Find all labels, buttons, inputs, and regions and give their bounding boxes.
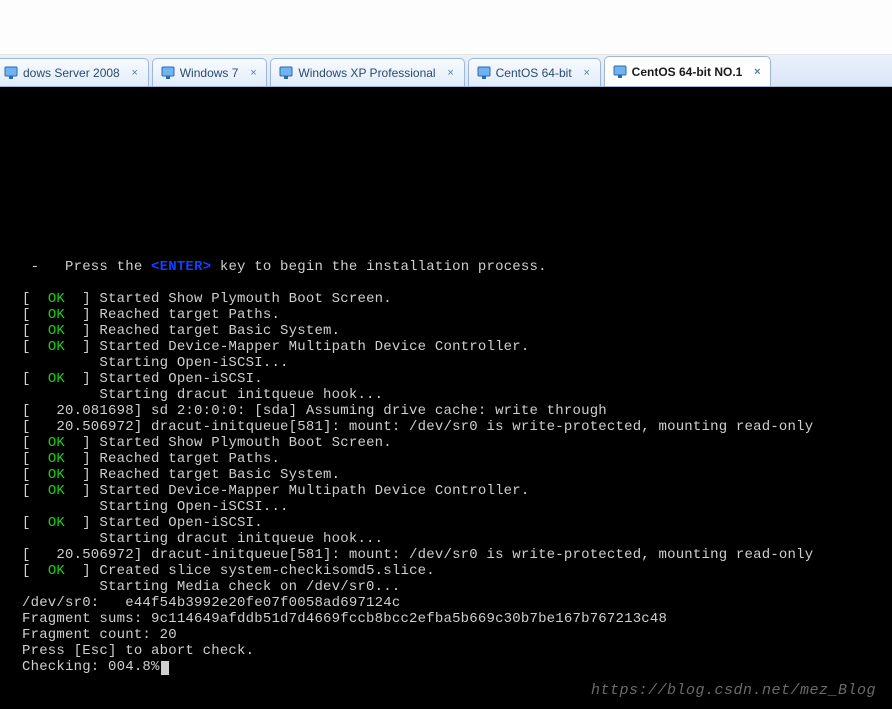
install-prompt: - Press the <ENTER> key to begin the ins…	[22, 259, 892, 275]
vm-tab[interactable]: Windows 7 ×	[152, 58, 268, 86]
tab-label: CentOS 64-bit	[496, 66, 572, 80]
terminal-line: Starting dracut initqueue hook...	[22, 387, 892, 403]
vm-tab[interactable]: CentOS 64-bit NO.1 ×	[604, 56, 772, 86]
tab-strip: dows Server 2008×Windows 7×Windows XP Pr…	[0, 55, 892, 87]
terminal-line: [ OK ] Started Device-Mapper Multipath D…	[22, 483, 892, 499]
tab-label: Windows 7	[180, 66, 239, 80]
terminal-line: [ OK ] Started Device-Mapper Multipath D…	[22, 339, 892, 355]
terminal-line: [ OK ] Started Open-iSCSI.	[22, 371, 892, 387]
terminal-output: - Press the <ENTER> key to begin the ins…	[0, 87, 892, 709]
close-icon[interactable]: ×	[580, 66, 594, 80]
vm-tab[interactable]: CentOS 64-bit ×	[468, 58, 601, 86]
monitor-icon	[279, 66, 293, 80]
vm-tab[interactable]: Windows XP Professional ×	[270, 58, 464, 86]
terminal-line: [ OK ] Reached target Basic System.	[22, 323, 892, 339]
terminal-line: [ OK ] Started Show Plymouth Boot Screen…	[22, 291, 892, 307]
terminal-line: Fragment count: 20	[22, 627, 892, 643]
terminal-line: [ OK ] Reached target Basic System.	[22, 467, 892, 483]
terminal-line: [ OK ] Started Open-iSCSI.	[22, 515, 892, 531]
vm-tab[interactable]: dows Server 2008 ×	[0, 58, 149, 86]
terminal-line: Starting Open-iSCSI...	[22, 355, 892, 371]
terminal-line: Starting Open-iSCSI...	[22, 499, 892, 515]
terminal-line: Checking: 004.8%	[22, 659, 892, 675]
terminal-line	[22, 275, 892, 291]
terminal-line: Starting Media check on /dev/sr0...	[22, 579, 892, 595]
window-top-area	[0, 0, 892, 55]
close-icon[interactable]: ×	[128, 66, 142, 80]
tab-label: dows Server 2008	[23, 66, 120, 80]
close-icon[interactable]: ×	[246, 66, 260, 80]
monitor-icon	[613, 65, 627, 79]
monitor-icon	[4, 66, 18, 80]
terminal-line: Starting dracut initqueue hook...	[22, 531, 892, 547]
terminal-line: Fragment sums: 9c114649afddb51d7d4669fcc…	[22, 611, 892, 627]
monitor-icon	[161, 66, 175, 80]
tab-label: CentOS 64-bit NO.1	[632, 65, 743, 79]
text-cursor	[161, 661, 169, 675]
terminal-line: [ OK ] Reached target Paths.	[22, 451, 892, 467]
tab-label: Windows XP Professional	[298, 66, 435, 80]
terminal-line: [ 20.081698] sd 2:0:0:0: [sda] Assuming …	[22, 403, 892, 419]
terminal-line: [ 20.506972] dracut-initqueue[581]: moun…	[22, 547, 892, 563]
terminal-line: [ OK ] Created slice system-checkisomd5.…	[22, 563, 892, 579]
terminal-line: Press [Esc] to abort check.	[22, 643, 892, 659]
terminal-line: [ OK ] Reached target Paths.	[22, 307, 892, 323]
terminal-line: /dev/sr0: e44f54b3992e20fe07f0058ad69712…	[22, 595, 892, 611]
monitor-icon	[477, 66, 491, 80]
close-icon[interactable]: ×	[750, 65, 764, 79]
watermark-text: https://blog.csdn.net/mez_Blog	[591, 683, 876, 699]
close-icon[interactable]: ×	[444, 66, 458, 80]
terminal-line: [ OK ] Started Show Plymouth Boot Screen…	[22, 435, 892, 451]
terminal-line: [ 20.506972] dracut-initqueue[581]: moun…	[22, 419, 892, 435]
